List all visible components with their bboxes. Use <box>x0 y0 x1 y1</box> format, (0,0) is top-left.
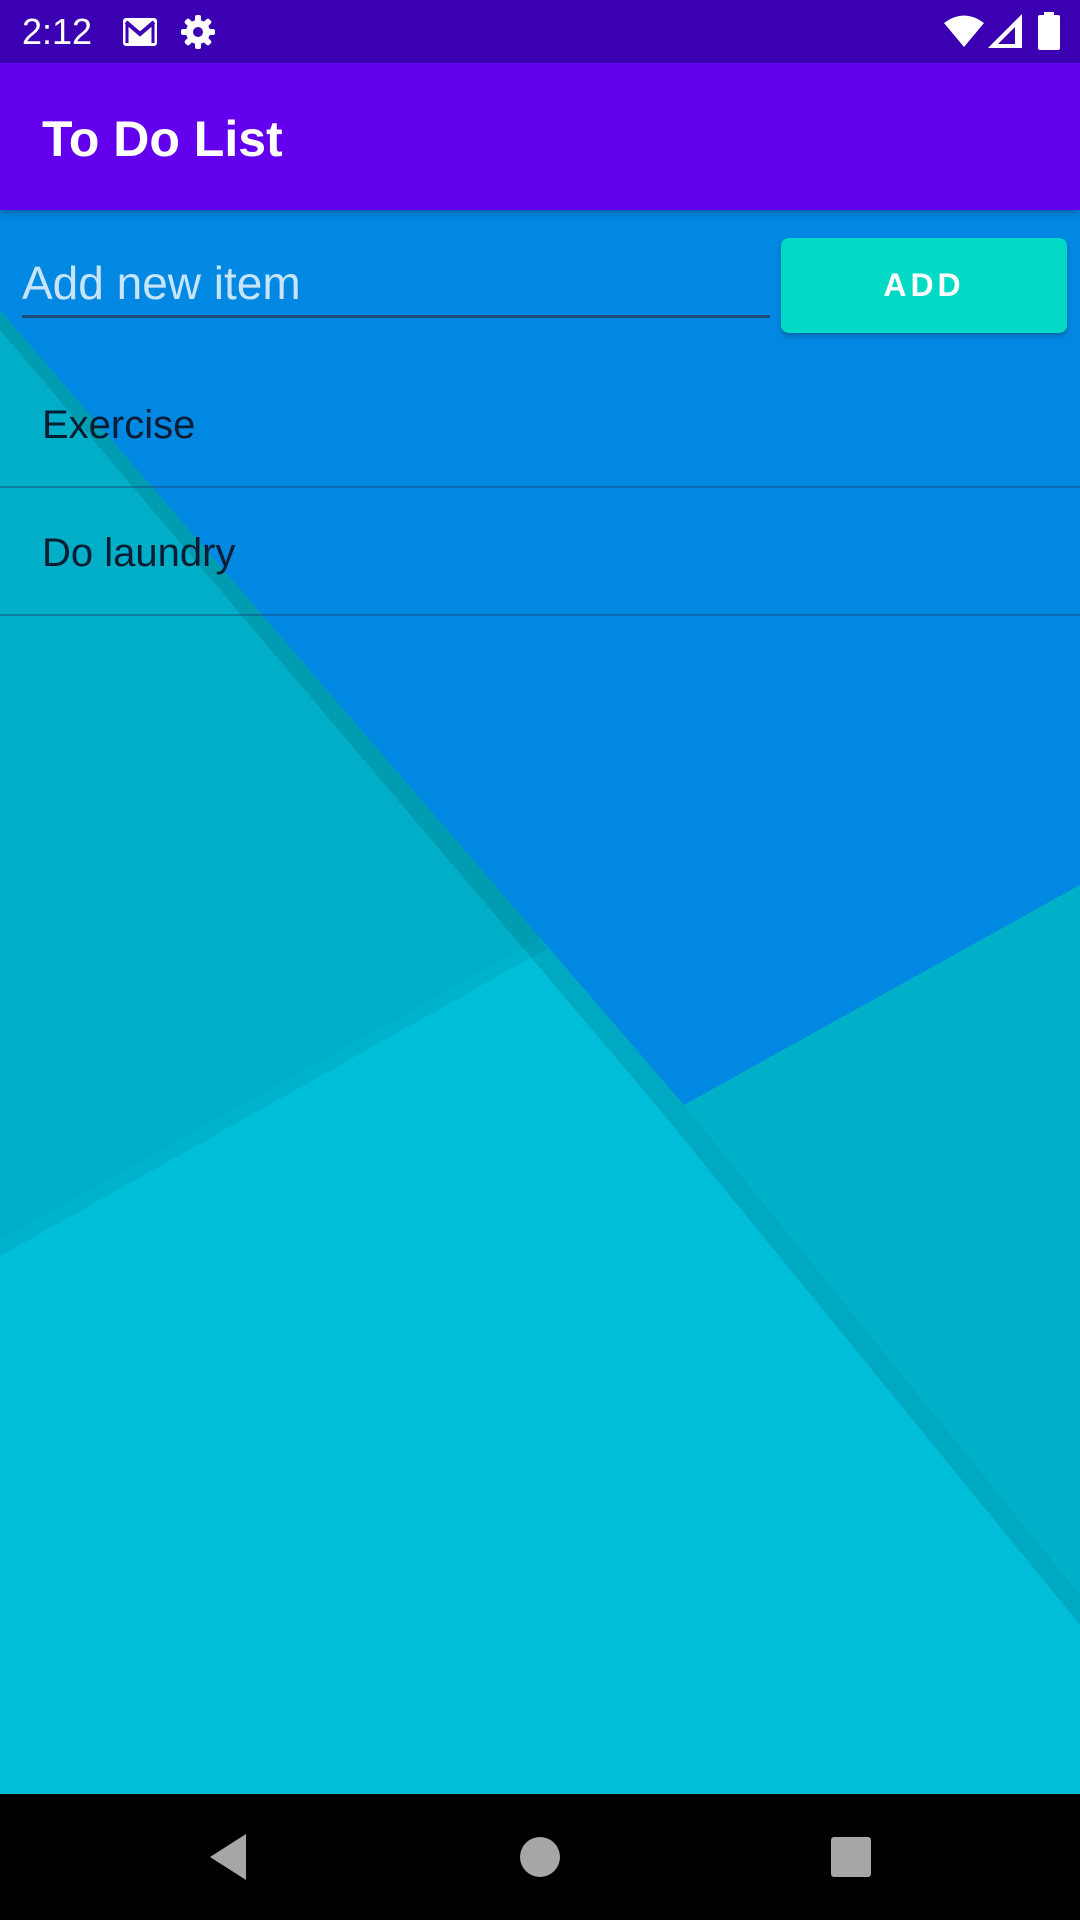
home-icon[interactable] <box>507 1824 573 1890</box>
list-item-label: Exercise <box>42 403 196 447</box>
screen: 2:12 To Do List Add new item ADD Exercis… <box>0 0 1080 1920</box>
settings-icon <box>181 15 215 49</box>
navigation-bar <box>0 1794 1080 1920</box>
list-item[interactable]: Do laundry <box>0 488 1080 616</box>
battery-icon <box>1038 12 1060 50</box>
list-item-label: Do laundry <box>42 531 236 575</box>
recents-icon[interactable] <box>818 1824 884 1890</box>
status-bar: 2:12 <box>0 0 1080 63</box>
add-button[interactable]: ADD <box>781 238 1067 333</box>
signal-icon <box>988 14 1022 48</box>
back-icon[interactable] <box>200 1824 266 1890</box>
app-title: To Do List <box>42 111 283 167</box>
app-bar: To Do List <box>0 63 1080 210</box>
gmail-icon <box>123 18 157 46</box>
todo-list: Exercise Do laundry <box>0 360 1080 616</box>
list-item[interactable]: Exercise <box>0 360 1080 488</box>
wifi-icon <box>944 15 984 47</box>
new-item-input[interactable] <box>22 250 770 318</box>
status-time: 2:12 <box>22 11 93 52</box>
